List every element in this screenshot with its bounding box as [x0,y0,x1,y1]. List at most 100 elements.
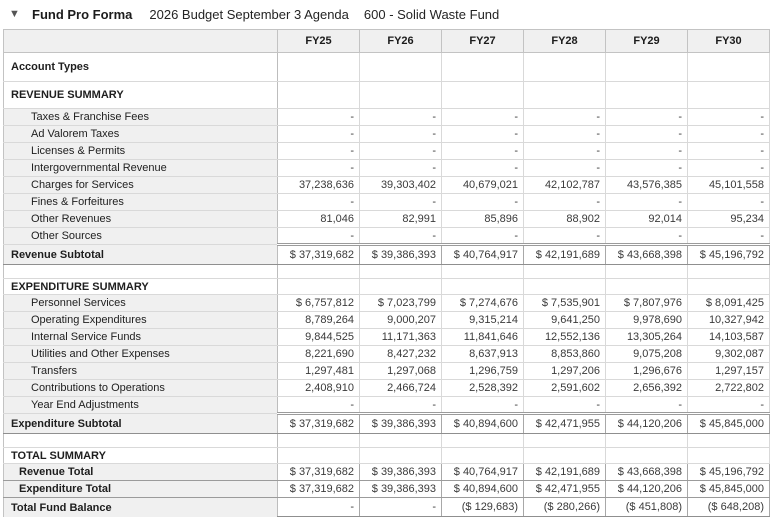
value-cell: 88,902 [524,211,606,228]
value-cell: $ 45,196,792 [688,245,770,265]
value-cell: ($ 280,266) [524,498,606,517]
table-row: Expenditure Subtotal$ 37,319,682$ 39,386… [4,414,770,434]
value-cell: $ 45,196,792 [688,464,770,481]
value-cell [688,448,770,464]
column-header-row: FY25FY26FY27FY28FY29FY30 [4,30,770,53]
value-cell: 42,102,787 [524,177,606,194]
row-label: Year End Adjustments [4,397,278,414]
value-cell: 1,297,068 [360,363,442,380]
table-row: Utilities and Other Expenses8,221,6908,4… [4,346,770,363]
value-cell: 8,637,913 [442,346,524,363]
value-cell: $ 8,091,425 [688,295,770,312]
value-cell: - [360,194,442,211]
value-cell: 1,297,206 [524,363,606,380]
table-row: Taxes & Franchise Fees------ [4,109,770,126]
value-cell: 82,991 [360,211,442,228]
value-cell [524,265,606,279]
value-cell: $ 42,471,955 [524,414,606,434]
value-cell: - [278,160,360,177]
value-cell: 9,641,250 [524,312,606,329]
fund-name: 600 - Solid Waste Fund [364,7,499,22]
value-cell: - [442,160,524,177]
row-label: Personnel Services [4,295,278,312]
value-cell: $ 40,894,600 [442,414,524,434]
value-cell: - [278,194,360,211]
value-cell [442,53,524,82]
value-cell: - [606,160,688,177]
value-cell [688,279,770,295]
value-cell: - [278,109,360,126]
value-cell: 2,528,392 [442,380,524,397]
row-label: Utilities and Other Expenses [4,346,278,363]
value-cell: - [606,126,688,143]
value-cell: - [688,143,770,160]
row-label: Expenditure Subtotal [4,414,278,434]
value-cell: - [606,194,688,211]
report-title: Fund Pro Forma [32,7,132,22]
value-cell: 9,302,087 [688,346,770,363]
row-label: Fines & Forfeitures [4,194,278,211]
value-cell [524,82,606,109]
value-cell: $ 7,807,976 [606,295,688,312]
row-label: Transfers [4,363,278,380]
value-cell [606,53,688,82]
corner-header-cell [4,30,278,53]
value-cell: - [606,109,688,126]
row-label: EXPENDITURE SUMMARY [4,279,278,295]
value-cell [360,53,442,82]
value-cell: - [442,126,524,143]
value-cell: - [688,194,770,211]
value-cell: ($ 648,208) [688,498,770,517]
value-cell [524,53,606,82]
value-cell: - [360,160,442,177]
value-cell: 1,296,759 [442,363,524,380]
value-cell: 9,075,208 [606,346,688,363]
value-cell: $ 7,274,676 [442,295,524,312]
value-cell: 1,297,481 [278,363,360,380]
value-cell: - [688,126,770,143]
collapse-caret-icon[interactable]: ▼ [9,9,32,20]
table-row: Expenditure Total$ 37,319,682$ 39,386,39… [4,481,770,498]
value-cell: $ 44,120,206 [606,481,688,498]
value-cell [278,265,360,279]
row-label: Expenditure Total [4,481,278,498]
value-cell: $ 42,191,689 [524,245,606,265]
value-cell: 10,327,942 [688,312,770,329]
table-row: EXPENDITURE SUMMARY [4,279,770,295]
value-cell [524,434,606,448]
table-row: Other Revenues81,04682,99185,89688,90292… [4,211,770,228]
value-cell: - [360,126,442,143]
value-cell [278,53,360,82]
value-cell [278,82,360,109]
value-cell [688,434,770,448]
value-cell: - [524,109,606,126]
table-row: Total Fund Balance--($ 129,683)($ 280,26… [4,498,770,517]
value-cell: 9,000,207 [360,312,442,329]
table-row: Charges for Services37,238,63639,303,402… [4,177,770,194]
row-label: Other Sources [4,228,278,245]
value-cell: $ 40,894,600 [442,481,524,498]
value-cell [442,279,524,295]
value-cell: $ 45,845,000 [688,414,770,434]
row-label: Intergovernmental Revenue [4,160,278,177]
value-cell: 81,046 [278,211,360,228]
value-cell: $ 39,386,393 [360,414,442,434]
value-cell: 37,238,636 [278,177,360,194]
value-cell: 2,722,802 [688,380,770,397]
value-cell [524,448,606,464]
value-cell: 39,303,402 [360,177,442,194]
value-cell: $ 37,319,682 [278,414,360,434]
value-cell: $ 44,120,206 [606,414,688,434]
value-cell: 92,014 [606,211,688,228]
value-cell [606,82,688,109]
table-row: Personnel Services$ 6,757,812$ 7,023,799… [4,295,770,312]
value-cell: $ 7,023,799 [360,295,442,312]
value-cell: 1,297,157 [688,363,770,380]
row-label: Licenses & Permits [4,143,278,160]
table-row: Ad Valorem Taxes------ [4,126,770,143]
value-cell: $ 39,386,393 [360,464,442,481]
value-cell: ($ 451,808) [606,498,688,517]
row-label: Taxes & Franchise Fees [4,109,278,126]
column-header: FY30 [688,30,770,53]
value-cell: $ 39,386,393 [360,481,442,498]
